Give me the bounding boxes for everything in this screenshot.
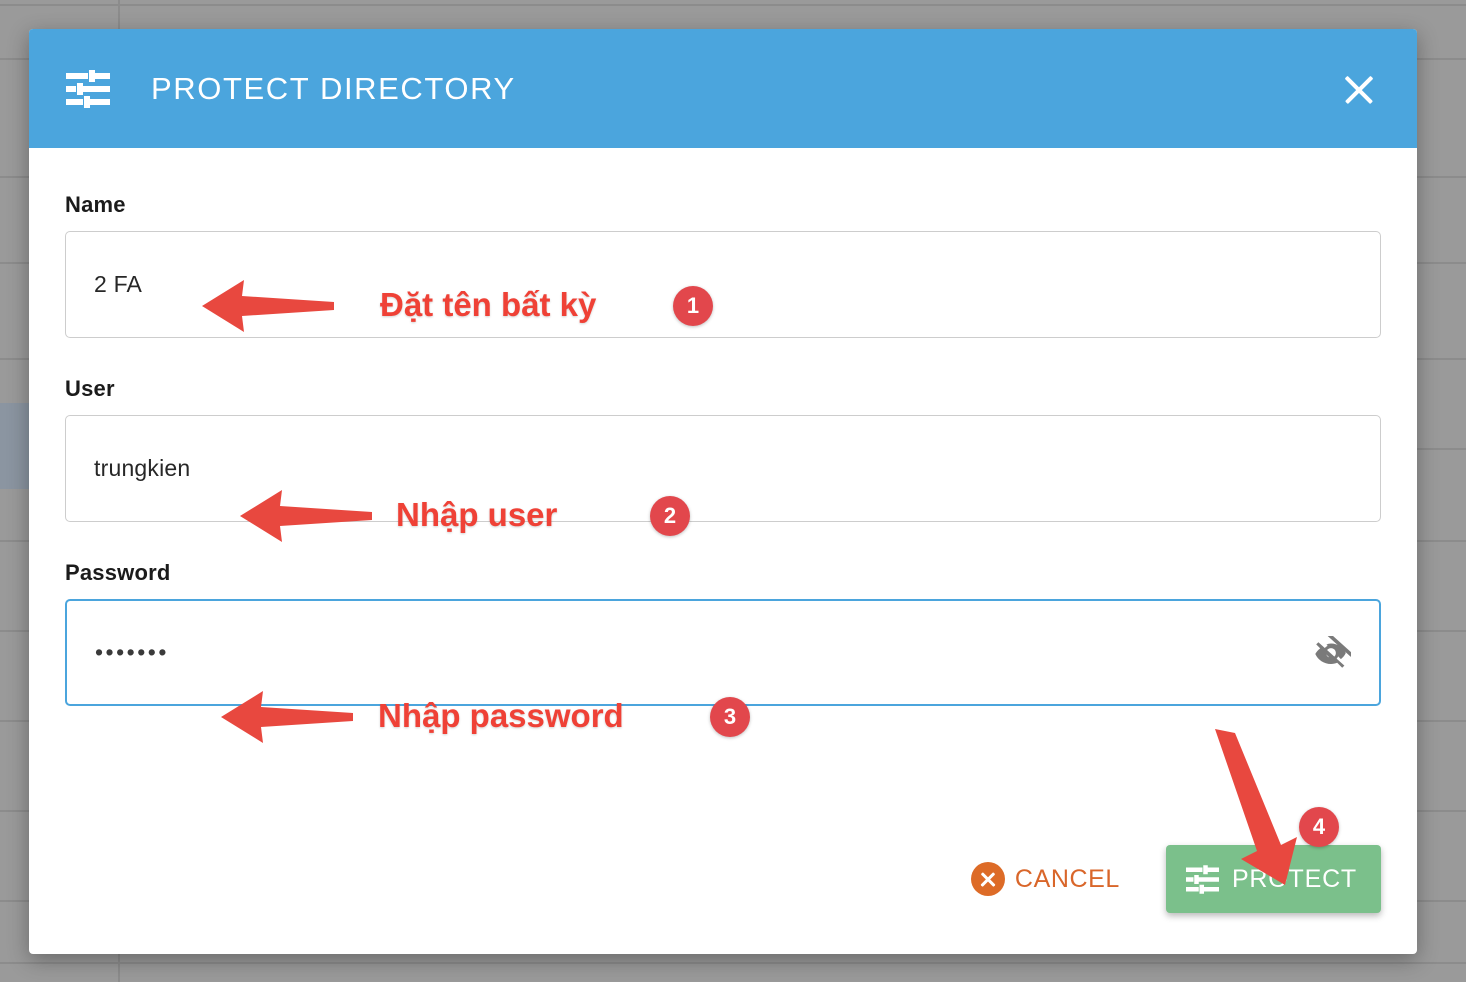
dialog-title: PROTECT DIRECTORY xyxy=(151,70,516,106)
name-field-group: Name 2 FA xyxy=(65,192,1381,338)
cancel-button-label: CANCEL xyxy=(1014,864,1120,893)
password-field-group: Password ••••••• xyxy=(65,560,1381,706)
cancel-button[interactable]: CANCEL xyxy=(959,852,1132,906)
user-field-label: User xyxy=(65,376,115,401)
tune-icon xyxy=(1185,864,1219,894)
eye-off-icon[interactable] xyxy=(1311,632,1354,670)
protect-button-label: PROTECT xyxy=(1231,864,1357,893)
user-input-value: trungkien xyxy=(94,455,191,481)
name-input-value: 2 FA xyxy=(94,271,143,297)
protect-directory-dialog: PROTECT DIRECTORY Name 2 FA User trungki… xyxy=(29,29,1417,954)
backdrop-row-divider xyxy=(0,4,1466,6)
password-input[interactable]: ••••••• xyxy=(65,599,1381,706)
protect-button[interactable]: PROTECT xyxy=(1165,845,1381,913)
password-input-value: ••••••• xyxy=(95,639,169,665)
close-icon[interactable] xyxy=(1337,67,1381,111)
password-field-label: Password xyxy=(65,560,171,585)
user-field-group: User trungkien xyxy=(65,376,1381,522)
tune-icon xyxy=(66,69,110,108)
cancel-circle-icon xyxy=(970,862,1005,896)
dialog-footer: CANCEL PROTECT xyxy=(29,818,1417,954)
dialog-body: Name 2 FA User trungkien Password ••••••… xyxy=(29,148,1417,706)
user-input[interactable]: trungkien xyxy=(65,415,1381,522)
name-input[interactable]: 2 FA xyxy=(65,231,1381,338)
dialog-header: PROTECT DIRECTORY xyxy=(29,29,1417,148)
name-field-label: Name xyxy=(65,192,126,217)
backdrop-row-divider xyxy=(0,962,1466,964)
